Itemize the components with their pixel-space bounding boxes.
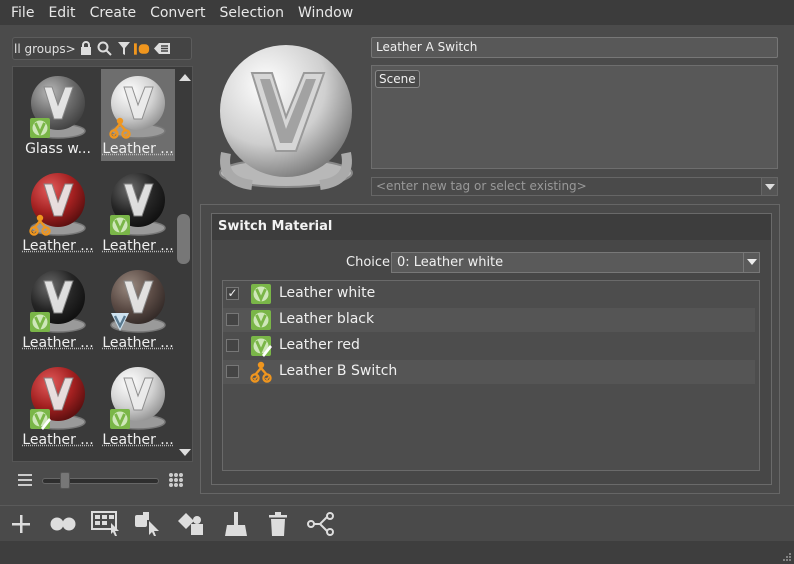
material-thumbnail-label: Leather ... [102,432,174,448]
material-thumbnail-label: Leather ... [102,335,174,351]
tag-area[interactable]: Scene [371,65,778,169]
material-thumbnail-label: Leather ... [22,432,94,448]
material-preview-sphere-icon [219,45,353,190]
switch-icon [29,214,51,236]
material-thumbnail-label: Leather ... [102,238,174,254]
vred-material-icon [29,311,51,333]
resize-grip-icon[interactable] [782,552,792,562]
list-view-icon[interactable] [18,473,32,487]
switch-material-title: Switch Material [212,214,771,240]
status-bar [0,541,794,564]
filter-icon[interactable] [115,40,132,57]
material-label: Leather B Switch [279,363,398,379]
tag-chip-scene[interactable]: Scene [375,70,420,88]
material-thumbnail-label: Glass w... [25,141,91,157]
dots-icon[interactable] [48,509,78,539]
scroll-down-arrow-icon[interactable] [179,449,191,456]
assign-icon[interactable] [176,509,206,539]
vred-material-icon [250,283,272,305]
material-thumbnail-label: Leather ... [22,238,94,254]
library-scrollbar[interactable] [176,69,192,459]
switch-material-row[interactable]: ✓ Leather white [223,282,755,306]
menubar: File Edit Create Convert Selection Windo… [0,0,794,25]
tag-input-placeholder: <enter new tag or select existing> [376,179,587,193]
lock-icon[interactable] [77,40,94,57]
menu-file[interactable]: File [4,5,41,21]
material-thumbnail[interactable]: Leather ... [21,360,95,452]
material-preview [212,35,360,193]
tag-input[interactable]: <enter new tag or select existing> [371,177,778,196]
scroll-thumb[interactable] [177,214,190,264]
scroll-up-arrow-icon[interactable] [179,74,191,81]
material-thumbnail[interactable]: Glass w... [21,69,95,161]
material-label: Leather black [279,311,375,327]
thumbnail-size-handle[interactable] [60,472,70,489]
material-thumbnail[interactable]: Leather ... [21,166,95,258]
vred-material-icon [29,117,51,139]
group-selector[interactable]: ll groups> [13,42,76,56]
thumbnail-size-row [12,470,193,490]
switch-material-panel: Switch Material Choice 0: Leather white … [211,213,772,485]
material-thumbnail[interactable]: Leather ... [21,263,95,355]
group-filter-bar: ll groups> [12,37,192,60]
bottom-toolbar [0,505,794,541]
pick-icon[interactable] [133,509,163,539]
material-thumbnail-grid: Glass w... Leather ... Leather ... Leather … [21,69,175,459]
tag-icon[interactable] [134,40,151,57]
material-name-field[interactable]: Leather A Switch [371,37,778,58]
grid-select-icon[interactable] [91,509,121,539]
material-thumbnail-label: Leather ... [102,141,174,157]
switch-material-row[interactable]: Leather red [223,334,755,358]
switch-material-row[interactable]: Leather B Switch [223,360,755,384]
list-icon[interactable] [153,40,170,57]
choice-dropdown[interactable]: 0: Leather white [391,252,760,273]
choice-value: 0: Leather white [397,255,504,270]
vred-material-icon [109,408,131,430]
graph-icon[interactable] [306,509,336,539]
menu-edit[interactable]: Edit [41,5,82,21]
material-thumbnail[interactable]: Leather ... [101,360,175,452]
material-thumbnail[interactable]: Leather ... [101,263,175,355]
switch-material-row[interactable]: Leather black [223,308,755,332]
grid-view-icon[interactable] [168,472,184,488]
chevron-down-icon[interactable] [743,253,759,272]
switch-icon [109,117,131,139]
menu-window[interactable]: Window [291,5,360,21]
material-thumbnail[interactable]: Leather ... [101,166,175,258]
material-thumbnail-label: Leather ... [22,335,94,351]
vred-material-icon [109,214,131,236]
switch-material-list: ✓ Leather white Leather black Leather red Le… [222,280,760,471]
clean-icon[interactable] [221,509,251,539]
menu-selection[interactable]: Selection [212,5,291,21]
search-icon[interactable] [96,40,113,57]
menu-convert[interactable]: Convert [143,5,212,21]
material-label: Leather white [279,285,376,301]
material-label: Leather red [279,337,360,353]
material-checkbox[interactable]: ✓ [226,287,239,300]
choice-label: Choice [346,255,391,270]
vred-material-icon [250,309,272,331]
mixed-icon [109,311,131,333]
material-checkbox[interactable] [226,339,239,352]
material-checkbox[interactable] [226,365,239,378]
material-checkbox[interactable] [226,313,239,326]
add-icon[interactable] [6,509,36,539]
material-library-panel: Glass w... Leather ... Leather ... Leather … [12,66,193,462]
switch-icon [250,361,272,383]
material-thumbnail[interactable]: Leather ... [101,69,175,161]
delete-icon[interactable] [263,509,293,539]
menu-create[interactable]: Create [83,5,144,21]
vred-material-edit-icon [250,335,272,357]
vred-material-edit-icon [29,408,51,430]
chevron-down-icon[interactable] [761,178,777,195]
